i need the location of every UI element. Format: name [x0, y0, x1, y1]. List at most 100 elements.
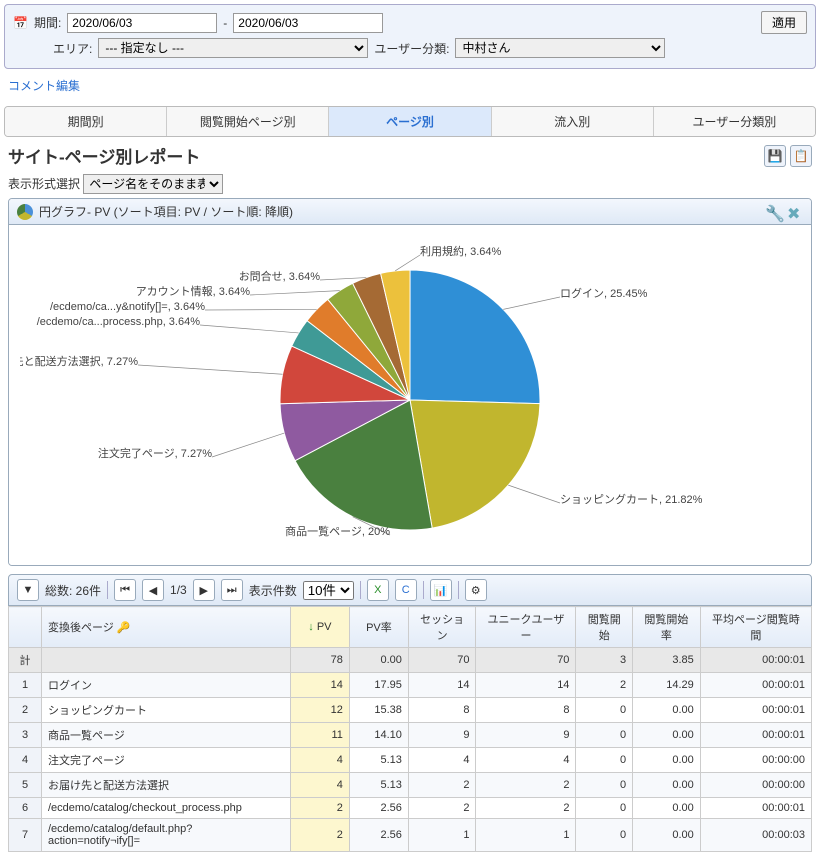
cell-pvrate: 2.56 [349, 798, 408, 819]
col-avg-time[interactable]: 平均ページ閲覧時間 [700, 607, 811, 648]
date-to-input[interactable] [233, 13, 383, 33]
cell-session: 1 [408, 819, 476, 852]
cell-start: 2 [576, 673, 633, 698]
col-start-rate[interactable]: 閲覧開始率 [633, 607, 701, 648]
cell-page-name: /ecdemo/catalog/default.php?action=notif… [42, 819, 291, 852]
period-label: 期間: [34, 14, 61, 31]
close-icon[interactable]: ✖ [787, 204, 803, 220]
cell-uu: 2 [476, 798, 576, 819]
filter-panel: 📅 期間: - 適用 エリア: --- 指定なし --- ユーザー分類: 中村さ… [4, 4, 816, 69]
pie-chart: ログイン, 25.45%ショッピングカート, 21.82%商品一覧ページ, 20… [9, 225, 811, 565]
table-row[interactable]: 5お届け先と配送方法選択45.132200.0000:00:00 [9, 773, 812, 798]
cell-uu: 9 [476, 723, 576, 748]
row-number: 5 [9, 773, 42, 798]
pie-slice[interactable] [410, 400, 540, 528]
tab-user-class[interactable]: ユーザー分類別 [654, 107, 815, 136]
row-number: 6 [9, 798, 42, 819]
table-toolbar: ▼ 総数: 26件 ⏮ ◀ 1/3 ▶ ⏭ 表示件数 10件 X C 📊 ⚙ [8, 574, 812, 606]
cell-start: 0 [576, 723, 633, 748]
cell-pvrate: 2.56 [349, 819, 408, 852]
table-row[interactable]: 1ログイン1417.951414214.2900:00:01 [9, 673, 812, 698]
save-icon[interactable]: 💾 [764, 145, 786, 167]
row-number: 1 [9, 673, 42, 698]
settings-table-icon[interactable]: ⚙ [465, 579, 487, 601]
cell-pvrate: 5.13 [349, 773, 408, 798]
comment-edit-link[interactable]: コメント編集 [8, 77, 80, 94]
cell-page-name: /ecdemo/catalog/checkout_process.php [42, 798, 291, 819]
cell-avg: 00:00:01 [700, 723, 811, 748]
cell-startrate: 0.00 [633, 798, 701, 819]
cell-uu: 8 [476, 698, 576, 723]
col-unique-user[interactable]: ユニークユーザー [476, 607, 576, 648]
chart-panel: 円グラフ- PV (ソート項目: PV / ソート順: 降順) 🔧 ✖ ログイン… [8, 198, 812, 566]
tab-period[interactable]: 期間別 [5, 107, 167, 136]
cell-start: 0 [576, 773, 633, 798]
cell-avg: 00:00:00 [700, 773, 811, 798]
calendar-icon[interactable]: 📅 [13, 16, 28, 30]
cell-uu: 4 [476, 748, 576, 773]
user-class-select[interactable]: 中村さん [455, 38, 665, 58]
last-page-button[interactable]: ⏭ [221, 579, 243, 601]
pie-label: 注文完了ページ, 7.27% [98, 446, 212, 460]
cell-pv: 11 [290, 723, 349, 748]
table-row[interactable]: 4注文完了ページ45.134400.0000:00:00 [9, 748, 812, 773]
cell-startrate: 0.00 [633, 698, 701, 723]
apply-button[interactable]: 適用 [761, 11, 807, 34]
cell-pv: 14 [290, 673, 349, 698]
cell-page-name: ログイン [42, 673, 291, 698]
first-page-button[interactable]: ⏮ [114, 579, 136, 601]
pie-label: 利用規約, 3.64% [420, 244, 502, 258]
excel-export-icon[interactable]: X [367, 579, 389, 601]
panel-title: 円グラフ- PV (ソート項目: PV / ソート順: 降順) [39, 203, 293, 220]
tab-page[interactable]: ページ別 [329, 107, 491, 136]
col-pv[interactable]: ↓ PV [290, 607, 349, 648]
table-header-row: 変換後ページ 🔑 ↓ PV PV率 セッション ユニークユーザー 閲覧開始 閲覧… [9, 607, 812, 648]
display-format-select[interactable]: ページ名をそのまま表示 [83, 174, 223, 194]
cell-pv: 2 [290, 819, 349, 852]
prev-page-button[interactable]: ◀ [142, 579, 164, 601]
pie-label: お問合せ, 3.64% [239, 269, 321, 283]
col-rownum[interactable] [9, 607, 42, 648]
page-info: 1/3 [170, 583, 187, 597]
tab-start-page[interactable]: 閲覧開始ページ別 [167, 107, 329, 136]
dropdown-button[interactable]: ▼ [17, 579, 39, 601]
next-page-button[interactable]: ▶ [193, 579, 215, 601]
table-row[interactable]: 3商品一覧ページ1114.109900.0000:00:01 [9, 723, 812, 748]
row-number: 3 [9, 723, 42, 748]
col-pvrate[interactable]: PV率 [349, 607, 408, 648]
display-format-label: 表示形式選択 [8, 177, 80, 191]
bar-chart-icon[interactable]: 📊 [430, 579, 452, 601]
settings-icon[interactable]: 🔧 [765, 204, 781, 220]
total-count: 総数: 26件 [45, 582, 101, 599]
cell-uu: 1 [476, 819, 576, 852]
pie-slice[interactable] [410, 270, 540, 404]
date-from-input[interactable] [67, 13, 217, 33]
table-row[interactable]: 2ショッピングカート1215.388800.0000:00:01 [9, 698, 812, 723]
row-number: 2 [9, 698, 42, 723]
copy-icon[interactable]: C [395, 579, 417, 601]
tab-inflow[interactable]: 流入別 [492, 107, 654, 136]
cell-session: 8 [408, 698, 476, 723]
cell-start: 0 [576, 798, 633, 819]
cell-pv: 4 [290, 773, 349, 798]
cell-pv: 12 [290, 698, 349, 723]
cell-avg: 00:00:00 [700, 748, 811, 773]
row-number: 7 [9, 819, 42, 852]
total-label: 計 [9, 648, 42, 673]
pie-label: 商品一覧ページ, 20% [285, 524, 390, 538]
col-start[interactable]: 閲覧開始 [576, 607, 633, 648]
cell-page-name: ショッピングカート [42, 698, 291, 723]
cell-uu: 14 [476, 673, 576, 698]
table-row[interactable]: 7/ecdemo/catalog/default.php?action=noti… [9, 819, 812, 852]
cell-pvrate: 17.95 [349, 673, 408, 698]
key-icon: 🔑 [117, 622, 131, 634]
export-icon[interactable]: 📋 [790, 145, 812, 167]
report-title: サイト-ページ別レポート [8, 143, 760, 168]
area-select[interactable]: --- 指定なし --- [98, 38, 368, 58]
pie-label: アカウント情報, 3.64% [136, 285, 251, 298]
pie-label: /ecdemo/ca...y&notify[]=, 3.64% [50, 301, 205, 313]
col-session[interactable]: セッション [408, 607, 476, 648]
col-page-name[interactable]: 変換後ページ 🔑 [42, 607, 291, 648]
display-count-select[interactable]: 10件 [303, 581, 354, 600]
table-row[interactable]: 6/ecdemo/catalog/checkout_process.php 2 2.… [9, 798, 812, 819]
